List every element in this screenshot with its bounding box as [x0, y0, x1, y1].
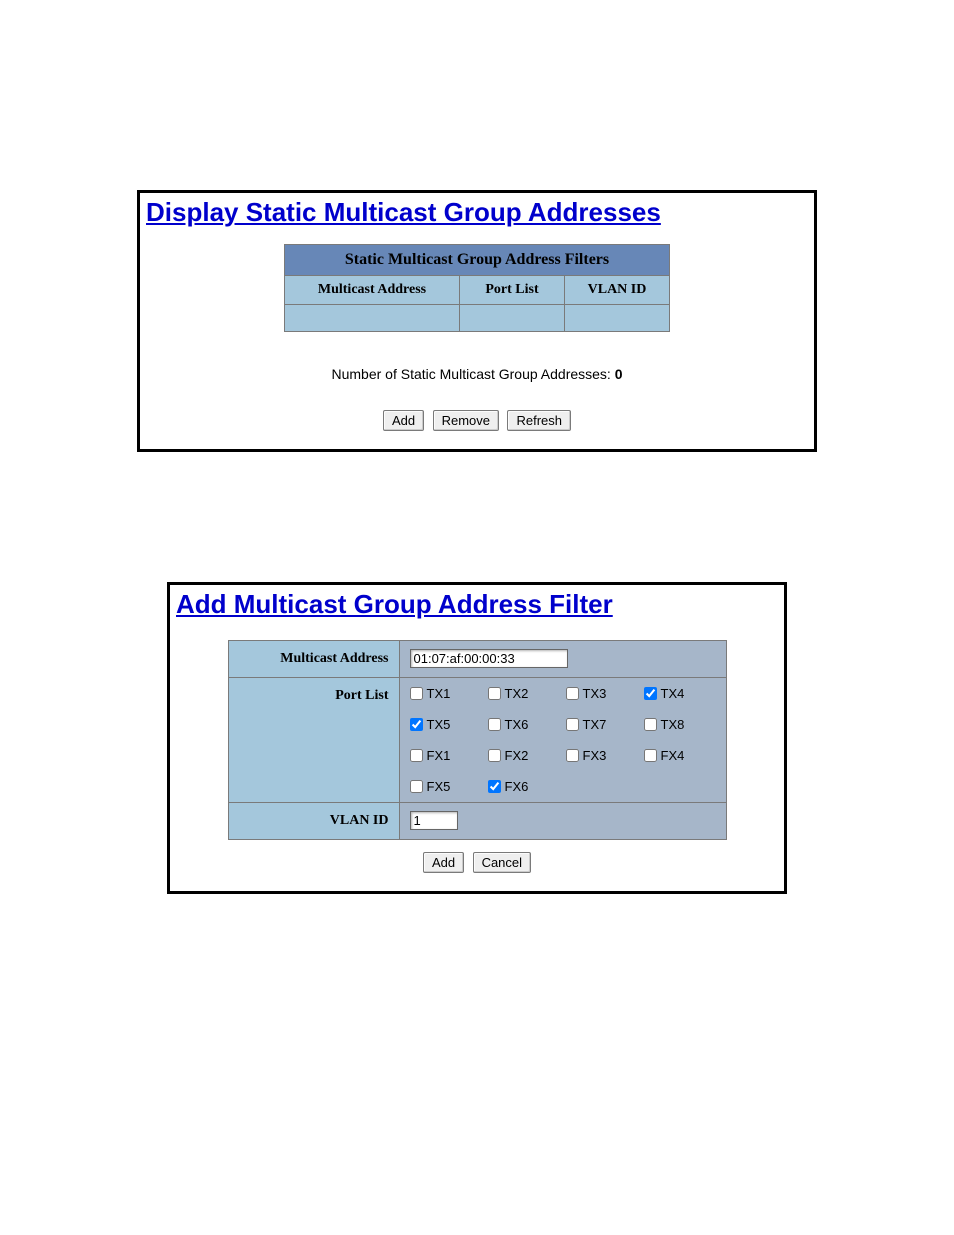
port-cell-fx6[interactable]: FX6 [488, 779, 560, 794]
port-checkbox-tx1[interactable] [410, 687, 423, 700]
port-cell-tx7[interactable]: TX7 [566, 717, 638, 732]
vlan-id-input[interactable] [410, 811, 458, 830]
port-label-fx1: FX1 [427, 748, 451, 763]
port-checkbox-tx6[interactable] [488, 718, 501, 731]
port-list-grid: TX1 TX2 TX3 TX4 TX5 TX6 TX7 TX8 FX1 FX2 FX3 FX4 FX5 F… [410, 686, 716, 794]
port-label-fx4: FX4 [661, 748, 685, 763]
multicast-address-input[interactable] [410, 649, 568, 668]
filters-table-header: Static Multicast Group Address Filters [285, 245, 670, 276]
port-cell-fx5[interactable]: FX5 [410, 779, 482, 794]
remove-button[interactable]: Remove [433, 410, 499, 431]
port-label-fx3: FX3 [583, 748, 607, 763]
filters-table: Static Multicast Group Address Filters M… [284, 244, 670, 332]
port-checkbox-fx1[interactable] [410, 749, 423, 762]
port-checkbox-fx6[interactable] [488, 780, 501, 793]
table-row [285, 305, 670, 332]
port-cell-tx3[interactable]: TX3 [566, 686, 638, 701]
port-label-fx2: FX2 [505, 748, 529, 763]
display-multicast-panel: Display Static Multicast Group Addresses… [137, 190, 817, 452]
vlan-id-label: VLAN ID [228, 803, 399, 840]
port-cell-fx2[interactable]: FX2 [488, 748, 560, 763]
port-label-tx7: TX7 [583, 717, 607, 732]
port-cell-tx1[interactable]: TX1 [410, 686, 482, 701]
add-multicast-title-link[interactable]: Add Multicast Group Address Filter [176, 589, 778, 620]
port-checkbox-fx5[interactable] [410, 780, 423, 793]
add-multicast-panel: Add Multicast Group Address Filter Multi… [167, 582, 787, 894]
port-list-label: Port List [228, 678, 399, 803]
cancel-button[interactable]: Cancel [473, 852, 531, 873]
port-checkbox-fx4[interactable] [644, 749, 657, 762]
port-checkbox-fx2[interactable] [488, 749, 501, 762]
address-count-line: Number of Static Multicast Group Address… [146, 366, 808, 382]
column-multicast-address: Multicast Address [285, 276, 460, 305]
port-cell-fx3[interactable]: FX3 [566, 748, 638, 763]
port-cell-fx1[interactable]: FX1 [410, 748, 482, 763]
address-count-value: 0 [615, 366, 623, 382]
port-cell-tx8[interactable]: TX8 [644, 717, 716, 732]
port-cell-fx4[interactable]: FX4 [644, 748, 716, 763]
port-label-tx5: TX5 [427, 717, 451, 732]
port-label-tx4: TX4 [661, 686, 685, 701]
multicast-address-label: Multicast Address [228, 641, 399, 678]
add-button[interactable]: Add [383, 410, 424, 431]
port-cell-tx2[interactable]: TX2 [488, 686, 560, 701]
port-label-fx5: FX5 [427, 779, 451, 794]
port-cell-tx5[interactable]: TX5 [410, 717, 482, 732]
port-cell-tx4[interactable]: TX4 [644, 686, 716, 701]
port-label-fx6: FX6 [505, 779, 529, 794]
port-checkbox-fx3[interactable] [566, 749, 579, 762]
refresh-button[interactable]: Refresh [507, 410, 571, 431]
port-label-tx2: TX2 [505, 686, 529, 701]
port-checkbox-tx3[interactable] [566, 687, 579, 700]
port-checkbox-tx4[interactable] [644, 687, 657, 700]
port-label-tx1: TX1 [427, 686, 451, 701]
port-cell-tx6[interactable]: TX6 [488, 717, 560, 732]
port-checkbox-tx8[interactable] [644, 718, 657, 731]
port-checkbox-tx2[interactable] [488, 687, 501, 700]
port-checkbox-tx5[interactable] [410, 718, 423, 731]
column-port-list: Port List [460, 276, 565, 305]
add-filter-button[interactable]: Add [423, 852, 464, 873]
add-multicast-form: Multicast Address Port List TX1 TX2 TX3 TX4… [228, 640, 727, 840]
port-label-tx3: TX3 [583, 686, 607, 701]
port-label-tx8: TX8 [661, 717, 685, 732]
port-checkbox-tx7[interactable] [566, 718, 579, 731]
column-vlan-id: VLAN ID [565, 276, 670, 305]
display-multicast-title-link[interactable]: Display Static Multicast Group Addresses [146, 197, 808, 228]
port-label-tx6: TX6 [505, 717, 529, 732]
address-count-prefix: Number of Static Multicast Group Address… [331, 366, 614, 382]
